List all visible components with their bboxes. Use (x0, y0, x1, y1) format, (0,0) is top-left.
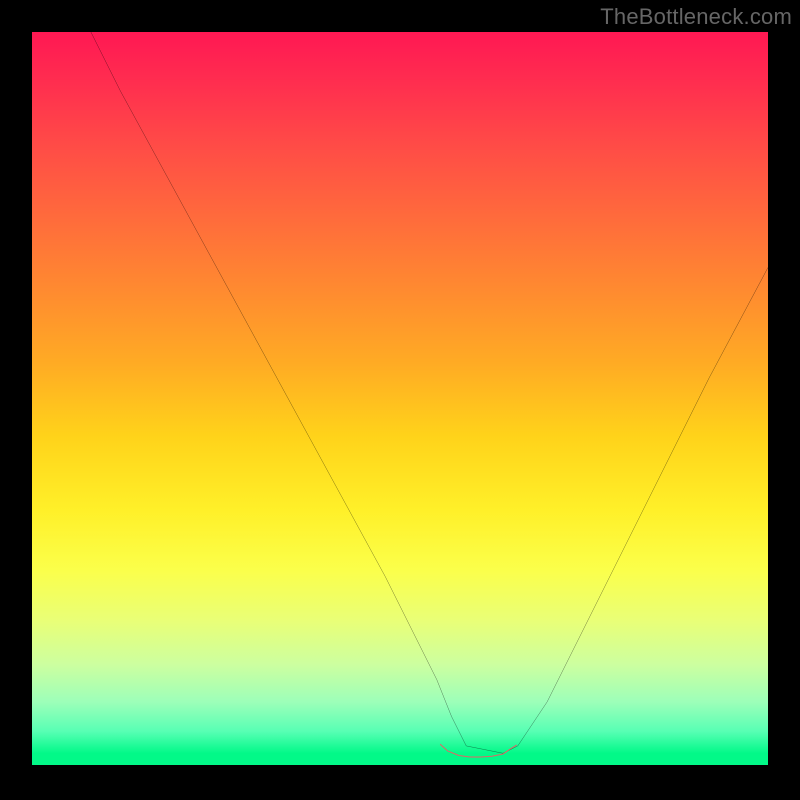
chart-svg (32, 32, 768, 768)
curve-black (91, 32, 768, 753)
watermark-text: TheBottleneck.com (600, 4, 792, 30)
series-group (91, 32, 768, 757)
plot-bottom-border (32, 765, 768, 768)
chart-frame: TheBottleneck.com (0, 0, 800, 800)
highlight-coral (440, 744, 516, 757)
plot-area (32, 32, 768, 768)
